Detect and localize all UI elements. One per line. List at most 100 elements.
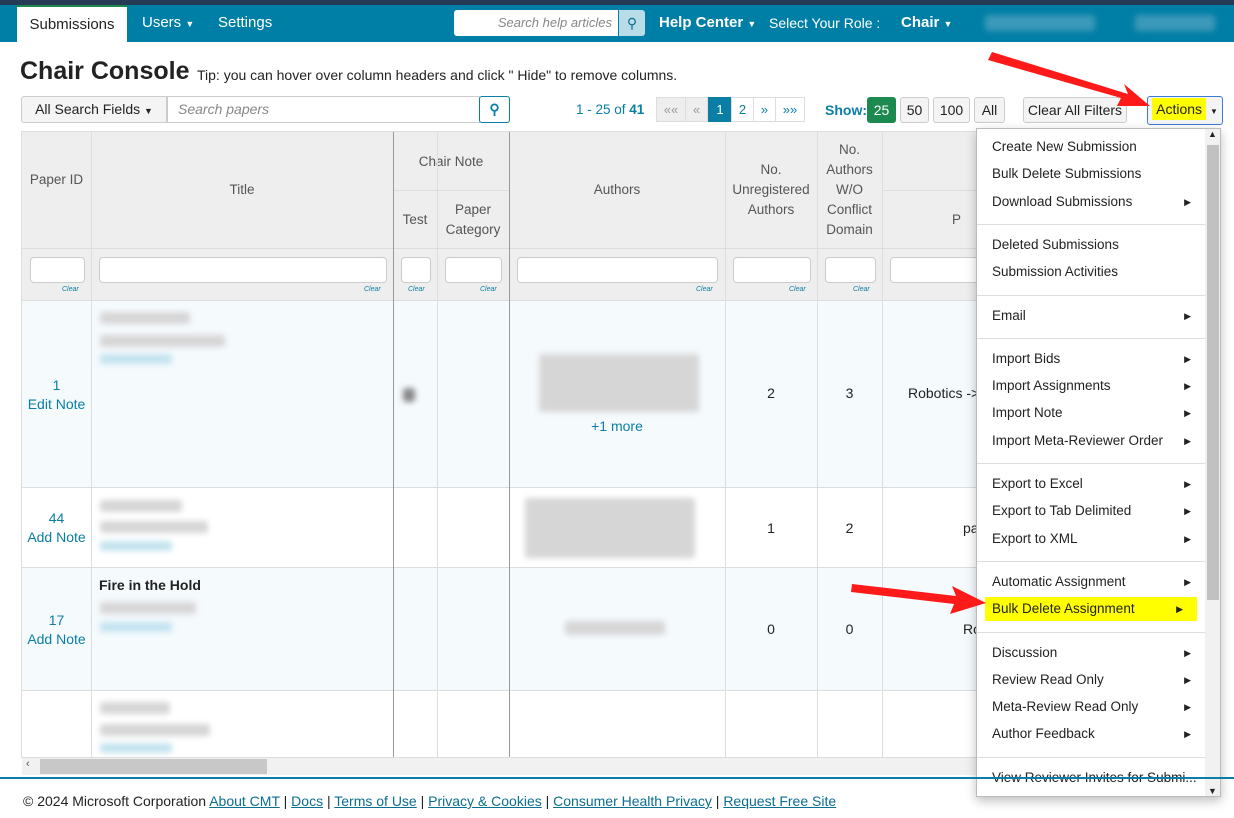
first-page-button[interactable]: «« xyxy=(656,97,686,122)
menu-scrollbar[interactable]: ▲ ▼ xyxy=(1205,129,1220,796)
filter-paper-id[interactable] xyxy=(30,257,85,283)
clear-all-filters-button[interactable]: Clear All Filters xyxy=(1023,97,1127,123)
header-chair-note[interactable]: Chair Note xyxy=(393,152,509,172)
consumer-health-link[interactable]: Consumer Health Privacy xyxy=(553,793,712,809)
tab-submissions[interactable]: Submissions xyxy=(17,5,127,42)
show-all-button[interactable]: All xyxy=(974,97,1005,123)
filter-title[interactable] xyxy=(99,257,387,283)
user-menu-blurred[interactable] xyxy=(985,15,1095,31)
header-paper-id[interactable]: Paper ID xyxy=(22,170,91,190)
terms-link[interactable]: Terms of Use xyxy=(334,793,416,809)
page-2-button[interactable]: 2 xyxy=(731,97,754,122)
clear-link[interactable]: Clear xyxy=(853,286,870,293)
clear-link[interactable]: Clear xyxy=(62,286,79,293)
filter-wo-conflict[interactable] xyxy=(825,257,876,283)
menu-item-import-bids[interactable]: Import Bids ▶ xyxy=(977,347,1205,371)
next-page-button[interactable]: » xyxy=(753,97,776,122)
menu-item-create-new-submission[interactable]: Create New Submission xyxy=(977,135,1205,159)
show-abstract-blurred[interactable] xyxy=(100,541,172,551)
prev-page-button[interactable]: « xyxy=(685,97,708,122)
header-unregistered-authors[interactable]: No. Unregistered Authors xyxy=(725,160,817,220)
menu-item-import-assignments[interactable]: Import Assignments ▶ xyxy=(977,374,1205,398)
clear-link[interactable]: Clear xyxy=(696,286,713,293)
show-50-button[interactable]: 50 xyxy=(900,97,929,123)
unregistered-count: 0 xyxy=(767,621,775,637)
scroll-up-icon[interactable]: ▲ xyxy=(1208,129,1217,139)
horizontal-scrollbar[interactable]: ‹ xyxy=(22,758,980,775)
show-100-button[interactable]: 100 xyxy=(933,97,970,123)
header-test[interactable]: Test xyxy=(393,210,437,230)
menu-item-export-to-tab-delimited[interactable]: Export to Tab Delimited ▶ xyxy=(977,499,1205,523)
paper-title[interactable]: Fire in the Hold xyxy=(99,577,201,593)
search-icon[interactable]: ⚲ xyxy=(479,96,510,123)
menu-item-export-to-excel[interactable]: Export to Excel ▶ xyxy=(977,472,1205,496)
search-papers-input[interactable]: Search papers xyxy=(167,96,480,123)
scrollbar-thumb[interactable] xyxy=(1207,145,1219,600)
scrollbar-thumb[interactable] xyxy=(40,759,267,774)
menu-item-export-to-xml[interactable]: Export to XML ▶ xyxy=(977,527,1205,551)
clear-link[interactable]: Clear xyxy=(480,286,497,293)
add-note-link[interactable]: Add Note xyxy=(22,630,91,649)
menu-item-email[interactable]: Email ▶ xyxy=(977,304,1205,328)
role-select[interactable]: Chair ▼ xyxy=(901,5,952,42)
menu-item-bulk-delete-submissions[interactable]: Bulk Delete Submissions xyxy=(977,162,1205,186)
paper-id-link[interactable]: 44 xyxy=(22,509,91,528)
docs-link[interactable]: Docs xyxy=(291,793,323,809)
page-1-button[interactable]: 1 xyxy=(708,97,732,122)
add-note-link[interactable]: Add Note xyxy=(22,528,91,547)
filter-primary[interactable] xyxy=(890,257,980,283)
scroll-left-icon[interactable]: ‹ xyxy=(26,758,30,770)
paper-id-link[interactable]: 17 xyxy=(22,611,91,630)
tab-users[interactable]: Users ▼ xyxy=(142,5,194,42)
menu-item-submission-activities[interactable]: Submission Activities xyxy=(977,260,1205,284)
clear-link[interactable]: Clear xyxy=(789,286,806,293)
header-authors[interactable]: Authors xyxy=(509,180,725,200)
help-search-input[interactable]: Search help articles xyxy=(454,10,618,36)
filter-authors[interactable] xyxy=(517,257,718,283)
tab-settings[interactable]: Settings xyxy=(218,5,272,42)
menu-item-import-note[interactable]: Import Note ▶ xyxy=(977,401,1205,425)
menu-item-deleted-submissions[interactable]: Deleted Submissions xyxy=(977,233,1205,257)
unregistered-count: 2 xyxy=(767,385,775,401)
paper-id-link[interactable]: 1 xyxy=(22,376,91,395)
menu-item-review-read-only[interactable]: Review Read Only ▶ xyxy=(977,668,1205,692)
menu-item-discussion[interactable]: Discussion ▶ xyxy=(977,641,1205,665)
edit-note-link[interactable]: Edit Note xyxy=(22,395,91,414)
search-icon[interactable]: ⚲ xyxy=(619,10,645,36)
show-abstract-blurred[interactable] xyxy=(100,743,172,753)
actions-button[interactable]: Actions ▼ xyxy=(1147,96,1223,125)
menu-item-label: Bulk Delete Assignment xyxy=(992,601,1135,617)
unregistered-count: 1 xyxy=(767,520,775,536)
clear-link[interactable]: Clear xyxy=(408,286,425,293)
help-center-menu[interactable]: Help Center ▼ xyxy=(659,5,756,42)
menu-item-label: Deleted Submissions xyxy=(992,236,1119,252)
about-cmt-link[interactable]: About CMT xyxy=(209,793,280,809)
menu-item-label: Import Assignments xyxy=(992,378,1111,394)
show-abstract-blurred[interactable] xyxy=(100,622,172,632)
show-25-button[interactable]: 25 xyxy=(867,97,896,123)
account-menu-blurred[interactable] xyxy=(1135,15,1215,31)
menu-item-download-submissions[interactable]: Download Submissions ▶ xyxy=(977,190,1205,214)
filter-paper-category[interactable] xyxy=(445,257,502,283)
show-abstract-blurred[interactable] xyxy=(100,354,172,364)
menu-item-import-meta-reviewer-order[interactable]: Import Meta-Reviewer Order ▶ xyxy=(977,429,1205,453)
menu-divider xyxy=(977,631,1205,633)
chevron-right-icon: ▶ xyxy=(1184,647,1191,658)
last-page-button[interactable]: »» xyxy=(775,97,805,122)
filter-unregistered[interactable] xyxy=(733,257,811,283)
menu-item-author-feedback[interactable]: Author Feedback ▶ xyxy=(977,722,1205,746)
menu-item-meta-review-read-only[interactable]: Meta-Review Read Only ▶ xyxy=(977,695,1205,719)
request-free-site-link[interactable]: Request Free Site xyxy=(723,793,836,809)
menu-item-bulk-delete-assignment[interactable]: Bulk Delete Assignment ▶ xyxy=(985,597,1197,622)
more-authors-link[interactable]: +1 more xyxy=(509,418,725,434)
menu-divider xyxy=(977,294,1205,296)
clear-link[interactable]: Clear xyxy=(364,286,381,293)
menu-item-automatic-assignment[interactable]: Automatic Assignment ▶ xyxy=(977,570,1205,594)
privacy-link[interactable]: Privacy & Cookies xyxy=(428,793,542,809)
caret-down-icon: ▼ xyxy=(943,19,953,29)
header-title[interactable]: Title xyxy=(91,180,393,200)
header-authors-wo-conflict[interactable]: No. Authors W/O Conflict Domain xyxy=(817,140,882,240)
header-paper-category[interactable]: Paper Category xyxy=(437,200,509,240)
filter-test[interactable] xyxy=(401,257,431,283)
search-field-select[interactable]: All Search Fields ▼ xyxy=(21,96,167,123)
